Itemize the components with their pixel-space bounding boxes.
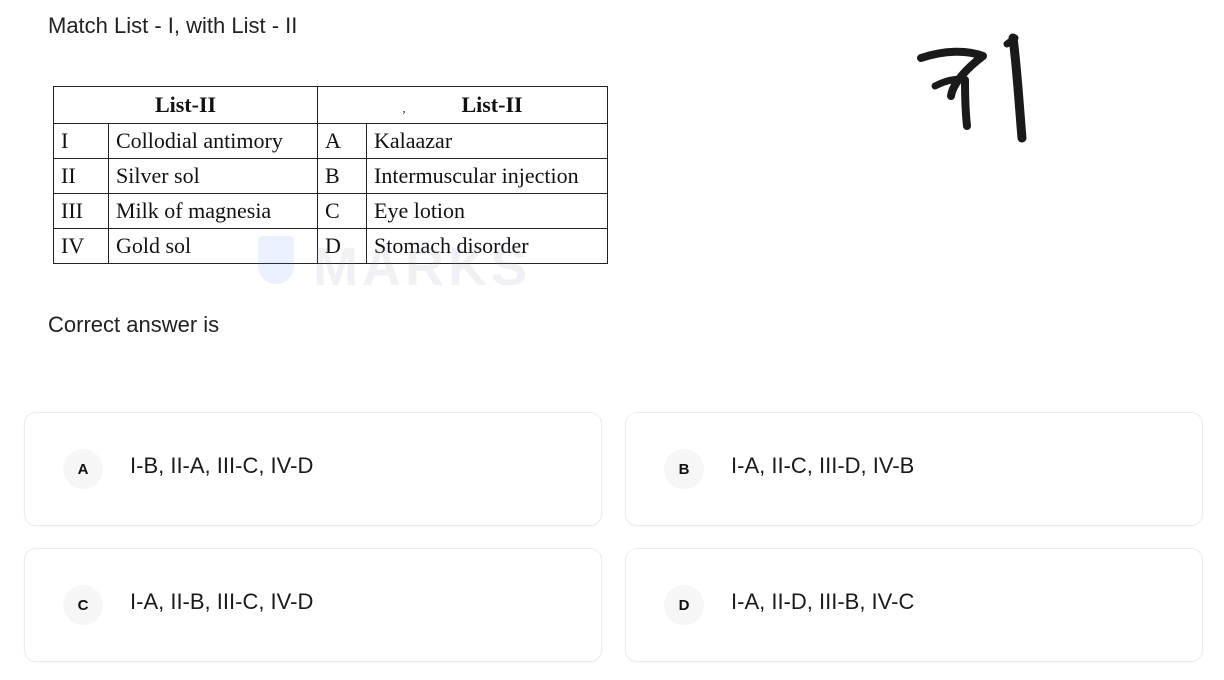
row-letter: A [317, 123, 367, 159]
option-a[interactable]: A I-B, II-A, III-C, IV-D [24, 412, 602, 526]
handwritten-number [917, 33, 1027, 143]
table-row: IV Gold sol D Stomach disorder [53, 228, 608, 264]
option-text: I-B, II-A, III-C, IV-D [130, 453, 314, 478]
row-item: Collodial antimory [108, 123, 318, 159]
option-letter-badge: B [664, 449, 704, 489]
option-d[interactable]: D I-A, II-D, III-B, IV-C [625, 548, 1203, 662]
row-numeral: III [53, 193, 109, 229]
answer-prompt: Correct answer is [48, 312, 220, 337]
question-text: Match List - I, with List - II [48, 13, 298, 38]
list-ii-header: , List-II [317, 86, 608, 124]
watermark-logo-icon [258, 236, 294, 284]
row-match: Stomach disorder [366, 228, 608, 264]
header-mark: , [402, 101, 406, 115]
row-letter: B [317, 158, 367, 194]
match-table-container: MARKS List-II , List-II I Collodial antim… [53, 86, 608, 297]
option-letter-badge: C [63, 585, 103, 625]
row-numeral: I [53, 123, 109, 159]
table-row: III Milk of magnesia C Eye lotion [53, 193, 608, 229]
row-numeral: II [53, 158, 109, 194]
row-letter: D [317, 228, 367, 264]
row-item: Milk of magnesia [108, 193, 318, 229]
option-text: I-A, II-D, III-B, IV-C [731, 589, 915, 614]
row-match: Kalaazar [366, 123, 608, 159]
row-numeral: IV [53, 228, 109, 264]
match-table: List-II , List-II I Collodial antimory A … [53, 86, 608, 264]
option-letter-badge: D [664, 585, 704, 625]
row-match: Eye lotion [366, 193, 608, 229]
row-item: Silver sol [108, 158, 318, 194]
option-b[interactable]: B I-A, II-C, III-D, IV-B [625, 412, 1203, 526]
option-text: I-A, II-C, III-D, IV-B [731, 453, 915, 478]
row-letter: C [317, 193, 367, 229]
option-letter-badge: A [63, 449, 103, 489]
table-row: I Collodial antimory A Kalaazar [53, 123, 608, 159]
option-text: I-A, II-B, III-C, IV-D [130, 589, 314, 614]
option-c[interactable]: C I-A, II-B, III-C, IV-D [24, 548, 602, 662]
table-row: II Silver sol B Intermuscular injection [53, 158, 608, 194]
table-header-row: List-II , List-II [53, 86, 608, 124]
list-i-header: List-II [53, 86, 318, 124]
list-ii-header-label: List-II [461, 92, 523, 117]
row-match: Intermuscular injection [366, 158, 608, 194]
